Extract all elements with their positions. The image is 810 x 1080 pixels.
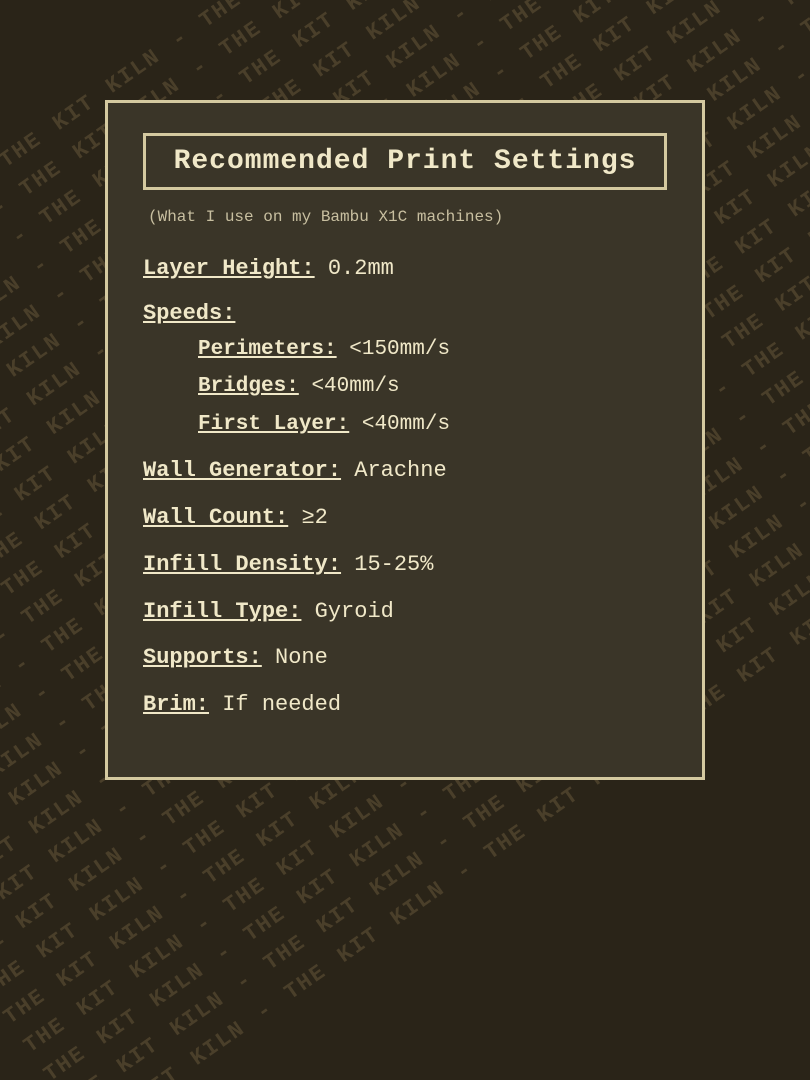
wall-count-label: Wall Count:: [143, 505, 288, 530]
perimeters-label: Perimeters:: [198, 338, 337, 361]
card-title: Recommended Print Settings: [143, 133, 667, 190]
infill-density-row: Infill Density: 15-25%: [143, 550, 667, 581]
supports-label: Supports:: [143, 645, 262, 670]
infill-density-label: Infill Density:: [143, 552, 341, 577]
settings-card: Recommended Print Settings (What I use o…: [105, 100, 705, 780]
card-subtitle: (What I use on my Bambu X1C machines): [143, 208, 667, 226]
bridges-label: Bridges:: [198, 375, 299, 398]
speeds-section: Speeds: Perimeters: <150mm/s Bridges: <4…: [143, 301, 667, 441]
brim-row: Brim: If needed: [143, 690, 667, 721]
infill-type-row: Infill Type: Gyroid: [143, 597, 667, 628]
layer-height-label: Layer Height:: [143, 256, 315, 281]
bridges-row: Bridges: <40mm/s: [198, 371, 667, 403]
first-layer-row: First Layer: <40mm/s: [198, 409, 667, 441]
perimeters-row: Perimeters: <150mm/s: [198, 334, 667, 366]
wall-generator-label: Wall Generator:: [143, 458, 341, 483]
supports-row: Supports: None: [143, 643, 667, 674]
wall-count-row: Wall Count: ≥2: [143, 503, 667, 534]
infill-type-label: Infill Type:: [143, 599, 301, 624]
layer-height-row: Layer Height: 0.2mm: [143, 254, 667, 285]
brim-label: Brim:: [143, 692, 209, 717]
speeds-label: Speeds:: [143, 301, 667, 326]
wall-generator-row: Wall Generator: Arachne: [143, 456, 667, 487]
first-layer-label: First Layer:: [198, 413, 349, 436]
